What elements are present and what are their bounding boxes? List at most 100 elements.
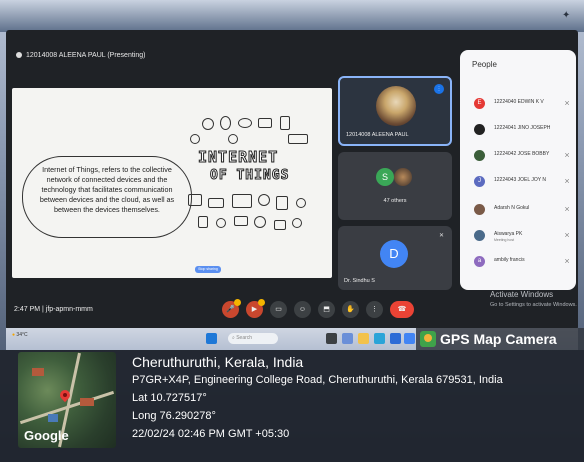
presenter-title-text: 12014008 ALEENA PAUL (Presenting) [26,52,146,59]
participant-name: Aiswarya PK [494,231,523,237]
raise-hand-button[interactable]: ✋ [342,301,359,318]
sun-icon: ● [12,332,16,338]
camera-icon [258,118,272,128]
participant-name: 12224040 EDWIN K V [494,99,544,105]
slide-title-line2: OF THINGS [209,168,290,184]
weather-widget[interactable]: ● 34°C [12,332,28,338]
chrome-icon[interactable] [404,333,415,344]
iot-illustration: INTERNET OF THINGS [188,116,318,244]
shared-slide: Internet of Things, refers to the collec… [12,88,332,278]
host-avatar: D [380,240,408,268]
people-entry[interactable]: a ambily francis ⨯ [470,252,576,272]
participant-avatar: E [474,98,485,109]
satellite-icon [208,198,224,208]
people-panel-title: People [472,60,497,69]
people-entry[interactable]: 12224041 JINO JOSEPH [470,120,576,140]
cloud-icon [238,118,252,128]
people-entry[interactable]: E 12224040 EDWIN K V ⨯ [470,94,576,114]
wifi-icon [190,134,200,144]
gps-latitude: Lat 10.727517° [132,392,207,404]
search-icon: ⌕ [232,335,235,341]
start-button[interactable] [206,333,217,344]
gps-info-panel: Google Cheruthuruthi, Kerala, India P7GR… [0,350,584,462]
edge-icon[interactable] [374,333,385,344]
store-icon[interactable] [390,333,401,344]
more-options-button[interactable]: ⋮ [366,301,383,318]
monitor-bezel: ✦ [0,0,584,32]
gear-icon [296,198,306,208]
participant-name: Adarsh N Gokul [494,205,530,211]
participant-name: 12224043 JOEL JOY N [494,177,546,183]
search-icon [228,134,238,144]
leave-call-button[interactable]: ☎ [390,301,414,318]
participant-name: 12224041 JINO JOSEPH [494,125,551,131]
stethoscope-icon [258,194,270,206]
participant-avatar [474,124,485,135]
task-view-icon[interactable] [326,333,337,344]
participant-name: 12224042 JOSE BOBBY [494,151,550,157]
laptop-icon [232,194,252,208]
weather-temp: 34°C [16,332,28,338]
map-provider-label: Google [24,428,69,443]
mic-off-icon: ⨯ [564,206,570,213]
map-building [32,368,44,376]
taskbar-search[interactable]: ⌕ Search [228,333,278,344]
mic-off-icon: ⨯ [564,100,570,107]
gps-camera-tag: GPS Map Camera [416,328,584,350]
headphones-icon [202,118,214,130]
presenter-title: 12014008 ALEENA PAUL (Presenting) [16,52,145,59]
people-entry[interactable]: J 12224043 JOEL JOY N ⨯ [470,172,576,192]
host-tile[interactable]: D ✕ Dr. Sindhu S [338,226,452,290]
stop-sharing-button[interactable]: Stop sharing [195,266,221,273]
star-icon: ✦ [562,10,571,21]
others-count: 47 others [383,198,407,204]
file-explorer-icon[interactable] [358,333,369,344]
mic-off-icon: ⨯ [564,258,570,265]
printer-icon [188,194,202,206]
activate-windows-title: Activate Windows [490,290,554,299]
truck-icon [276,196,288,210]
others-avatar-s: S [376,168,394,186]
warning-badge-icon [234,299,241,306]
host-tile-name: Dr. Sindhu S [344,278,375,284]
people-panel: People E 12224040 EDWIN K V ⨯ 12224041 J… [460,50,576,290]
participant-avatar: J [474,176,485,187]
mic-off-icon: ✕ [438,233,444,239]
lock-icon [292,218,302,228]
meeting-time-code: 2:47 PM | jfp-apmn-mmm [14,306,93,313]
gps-place: Cheruthuruthi, Kerala, India [132,354,304,370]
globe-icon [254,216,266,228]
presenter-avatar [376,86,416,126]
captions-button[interactable]: ▭ [270,301,287,318]
meet-control-bar: 2:47 PM | jfp-apmn-mmm 🎤 ▶ ▭ ☺ ⬒ ✋ ⋮ ☎ [6,296,578,324]
cart-icon [274,220,286,230]
present-button[interactable]: ⬒ [318,301,335,318]
people-entry[interactable]: 12224042 JOSE BOBBY ⨯ [470,146,576,166]
participant-name: ambily francis [494,257,525,263]
map-thumbnail: Google [18,352,116,448]
camera-toggle-button[interactable]: ▶ [246,299,265,318]
speaking-icon: ⋮ [434,84,444,94]
slide-title-line1: INTERNET [197,148,279,167]
mic-toggle-button[interactable]: 🎤 [222,299,241,318]
people-entry[interactable]: Aiswarya PK Meeting host ⨯ [470,226,576,246]
map-building [48,414,58,422]
bulb-icon [220,116,231,130]
people-entry[interactable]: Adarsh N Gokul ⨯ [470,200,576,220]
gps-camera-logo-icon [420,331,436,347]
gps-camera-brand: GPS Map Camera [440,331,557,347]
mic-off-icon: ⨯ [564,232,570,239]
emoji-button[interactable]: ☺ [294,301,311,318]
chat-icon[interactable] [342,333,353,344]
gps-longitude: Long 76.290278° [132,410,216,422]
activate-windows-subtitle: Go to Settings to activate Windows. [490,302,577,308]
plane-icon [288,134,308,144]
participant-avatar [474,150,485,161]
mic-off-icon: ⨯ [564,152,570,159]
gps-datetime: 22/02/24 02:46 PM GMT +05:30 [132,428,290,440]
presenter-tile[interactable]: ⋮ 12014008 ALEENA PAUL [338,76,452,146]
others-tile[interactable]: S 47 others [338,152,452,220]
map-building [80,398,94,406]
car-icon [234,216,248,226]
warning-badge-icon [258,299,265,306]
